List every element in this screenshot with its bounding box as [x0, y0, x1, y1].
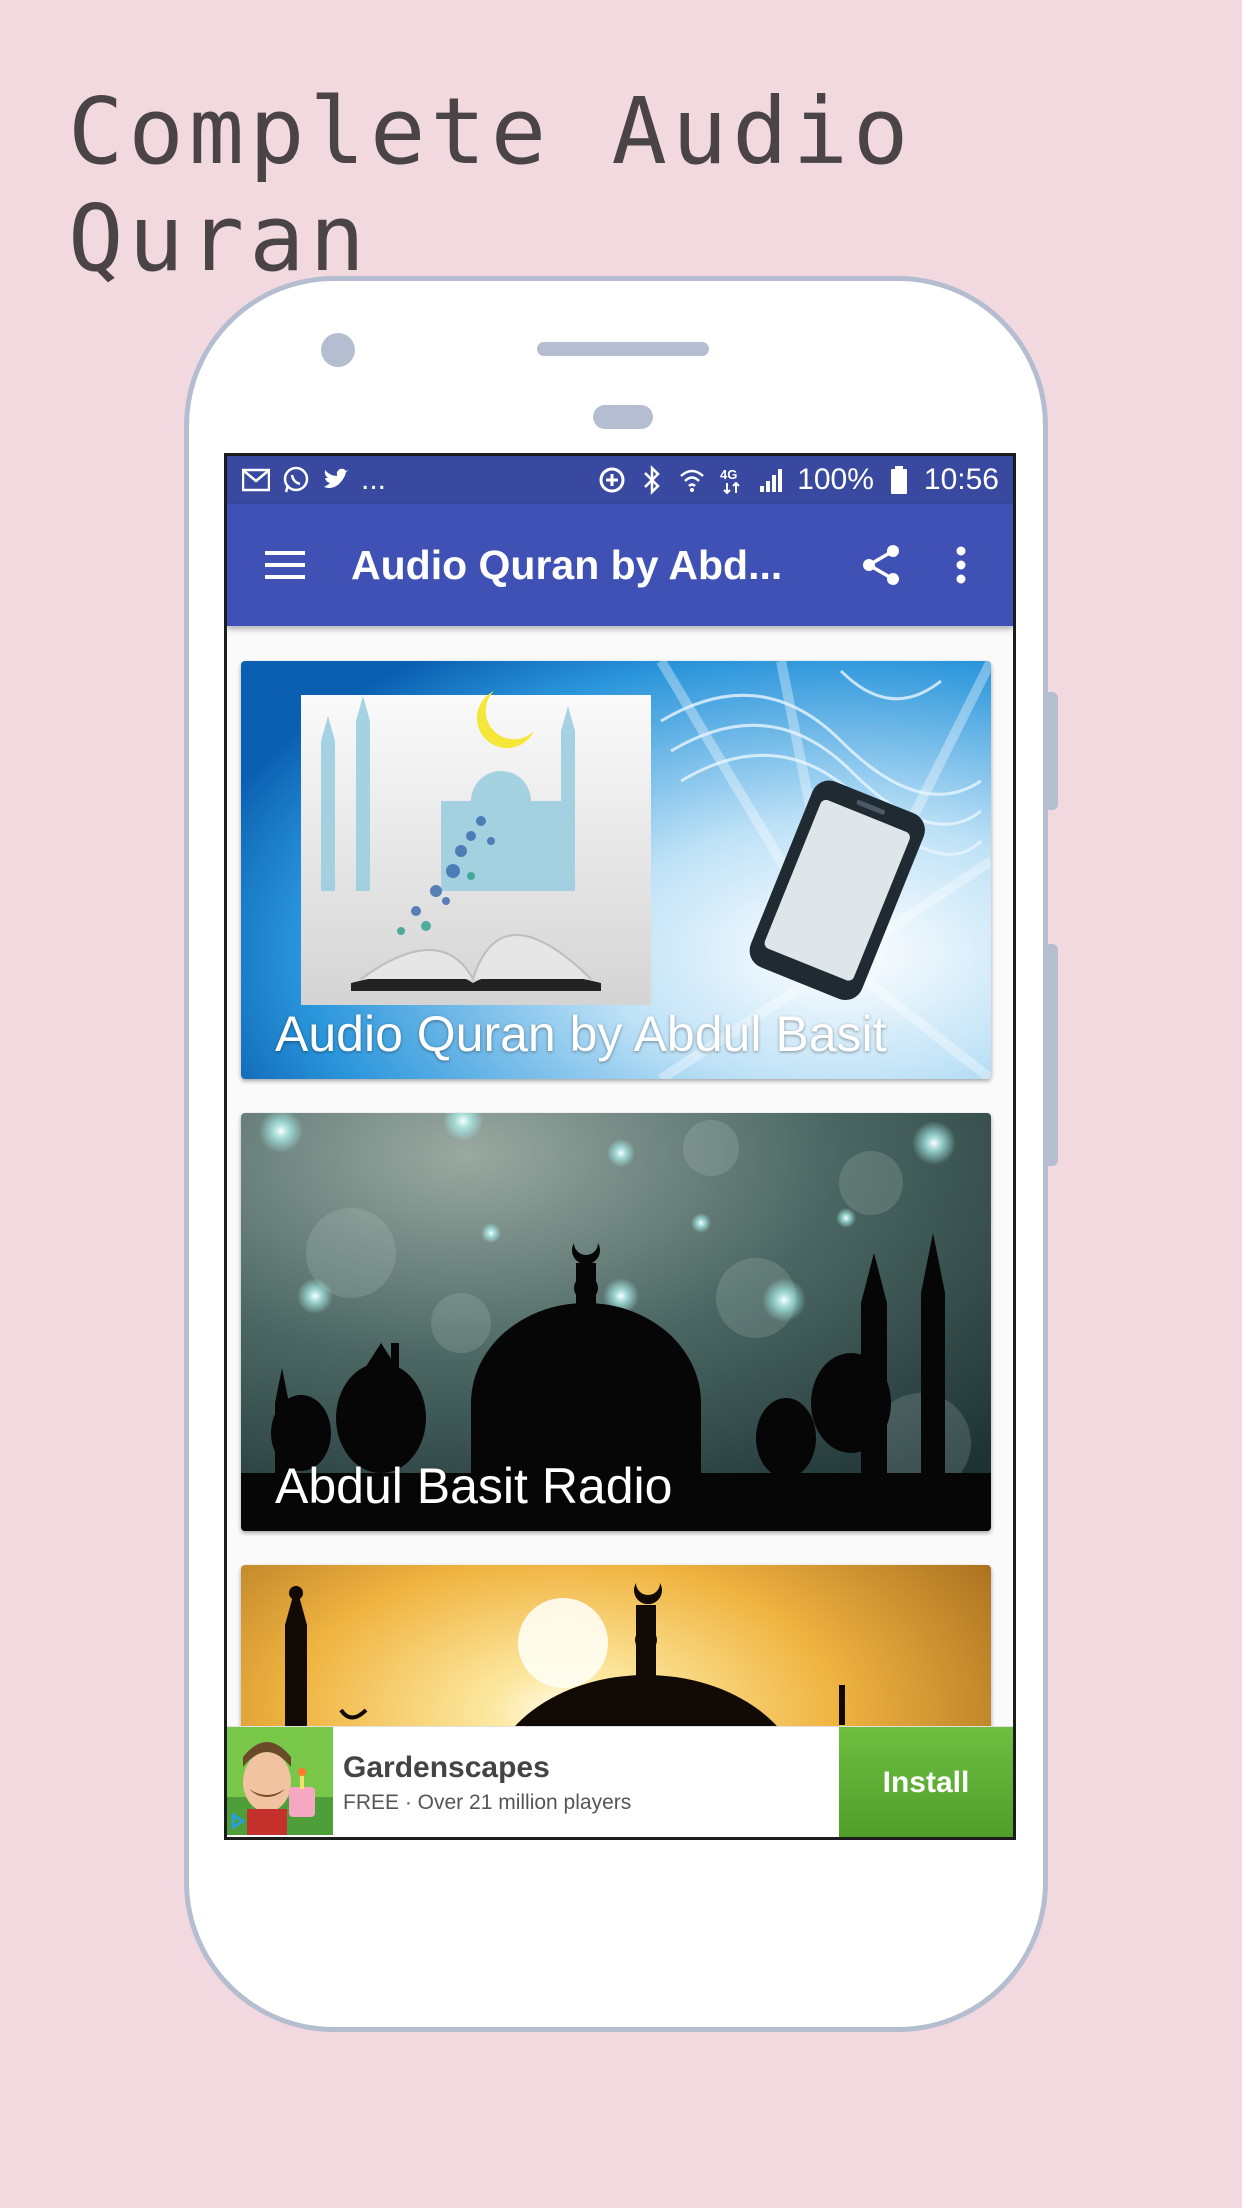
more-vert-icon[interactable] — [921, 525, 1001, 605]
phone-side-button — [1048, 944, 1058, 1166]
ad-app-icon — [227, 1727, 333, 1835]
ad-banner[interactable]: Gardenscapes FREE · Over 21 million play… — [227, 1726, 1013, 1837]
hamburger-menu-icon[interactable] — [245, 525, 325, 605]
gmail-icon — [241, 465, 271, 495]
ad-app-subtitle: FREE · Over 21 million players — [343, 1790, 632, 1814]
card-radio[interactable]: Abdul Basit Radio — [241, 1113, 991, 1531]
twitter-icon — [321, 465, 351, 495]
app-screen: ... 4G 100% 10:56 Audio Quran by Abd... … — [224, 453, 1016, 1840]
4g-icon: 4G — [717, 465, 747, 495]
proximity-sensor — [593, 405, 653, 429]
app-toolbar: Audio Quran by Abd... — [227, 504, 1013, 626]
bluetooth-icon — [637, 465, 667, 495]
notification-overflow: ... — [361, 463, 387, 496]
install-button[interactable]: Install — [839, 1727, 1013, 1837]
promo-headline: Complete Audio Quran — [68, 78, 914, 292]
phone-side-button — [1048, 692, 1058, 810]
battery-percent: 100% — [797, 463, 874, 496]
clock: 10:56 — [923, 463, 999, 496]
share-icon[interactable] — [841, 525, 921, 605]
signal-icon — [757, 465, 787, 495]
card-title: Abdul Basit Radio — [275, 1458, 673, 1514]
front-camera — [321, 333, 355, 367]
toolbar-title: Audio Quran by Abd... — [351, 541, 783, 588]
svg-text:4G: 4G — [720, 467, 737, 482]
ad-app-name: Gardenscapes — [343, 1750, 550, 1784]
battery-icon — [884, 465, 914, 495]
wifi-icon — [677, 465, 707, 495]
data-saver-icon — [597, 465, 627, 495]
earpiece-speaker — [537, 342, 709, 356]
card-title: Audio Quran by Abdul Basit — [275, 1006, 887, 1062]
card-audio-quran[interactable]: Audio Quran by Abdul Basit — [241, 661, 991, 1079]
whatsapp-icon — [281, 465, 311, 495]
status-bar: ... 4G 100% 10:56 — [227, 456, 1013, 504]
